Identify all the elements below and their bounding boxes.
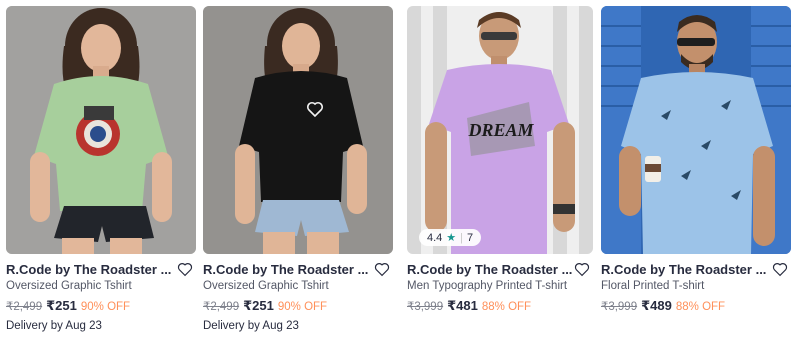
product-image[interactable] — [601, 6, 791, 254]
woman-green-tshirt-image — [6, 6, 196, 254]
product-name: Men Typography Printed T-shirt — [407, 280, 568, 292]
product-brand: R.Code by The Roadster ... — [203, 261, 369, 277]
product-brand: R.Code by The Roadster ... — [6, 261, 172, 277]
product-image[interactable] — [203, 6, 393, 254]
product-card[interactable]: R.Code by The Roadster ... Oversized Gra… — [6, 6, 196, 332]
tshirt-print-text: DREAM — [467, 120, 534, 140]
product-name: Floral Printed T-shirt — [601, 280, 705, 292]
product-brand: R.Code by The Roadster ... — [407, 261, 573, 277]
product-mrp: ₹2,499 — [203, 301, 240, 313]
product-brand: R.Code by The Roadster ... — [601, 261, 767, 277]
product-card[interactable]: R.Code by The Roadster ... Floral Printe… — [601, 6, 791, 314]
product-grid: R.Code by The Roadster ... Oversized Gra… — [0, 0, 800, 351]
product-discount: 90% OFF — [80, 301, 131, 313]
product-mrp: ₹3,999 — [601, 301, 638, 313]
product-card[interactable]: DREAM 4.4 ★ | 7 R.Code by The Roadster .… — [407, 6, 593, 314]
product-price: ₹481 — [447, 298, 478, 313]
product-mrp: ₹2,499 — [6, 301, 43, 313]
product-name: Oversized Graphic Tshirt — [6, 280, 132, 292]
product-discount: 88% OFF — [675, 301, 726, 313]
product-image[interactable]: DREAM 4.4 ★ | 7 — [407, 6, 593, 254]
product-price: ₹251 — [243, 298, 274, 313]
price-row: ₹3,999 ₹481 88% OFF — [407, 298, 593, 314]
woman-black-tshirt-image — [203, 6, 393, 254]
price-row: ₹2,499 ₹251 90% OFF — [203, 298, 393, 314]
price-row: ₹2,499 ₹251 90% OFF — [6, 298, 196, 314]
product-name: Oversized Graphic Tshirt — [203, 280, 329, 292]
delivery-info: Delivery by Aug 23 — [6, 320, 102, 332]
product-discount: 90% OFF — [277, 301, 328, 313]
product-price: ₹489 — [641, 298, 672, 313]
rating-value: 4.4 — [427, 231, 443, 244]
man-blue-floral-shirt-image — [601, 6, 791, 254]
rating-count: 7 — [467, 231, 474, 244]
rating-separator: | — [460, 231, 464, 244]
wishlist-heart-icon[interactable] — [573, 260, 591, 278]
product-image[interactable] — [6, 6, 196, 254]
wishlist-heart-icon[interactable] — [771, 260, 789, 278]
delivery-info: Delivery by Aug 23 — [203, 320, 299, 332]
wishlist-heart-icon[interactable] — [373, 260, 391, 278]
product-discount: 88% OFF — [481, 301, 532, 313]
man-lavender-tshirt-image: DREAM — [407, 6, 593, 254]
star-icon: ★ — [446, 232, 457, 244]
wishlist-heart-icon[interactable] — [176, 260, 194, 278]
price-row: ₹3,999 ₹489 88% OFF — [601, 298, 791, 314]
product-mrp: ₹3,999 — [407, 301, 444, 313]
rating-badge: 4.4 ★ | 7 — [419, 229, 482, 246]
product-card[interactable]: R.Code by The Roadster ... Oversized Gra… — [203, 6, 393, 332]
product-price: ₹251 — [46, 298, 77, 313]
